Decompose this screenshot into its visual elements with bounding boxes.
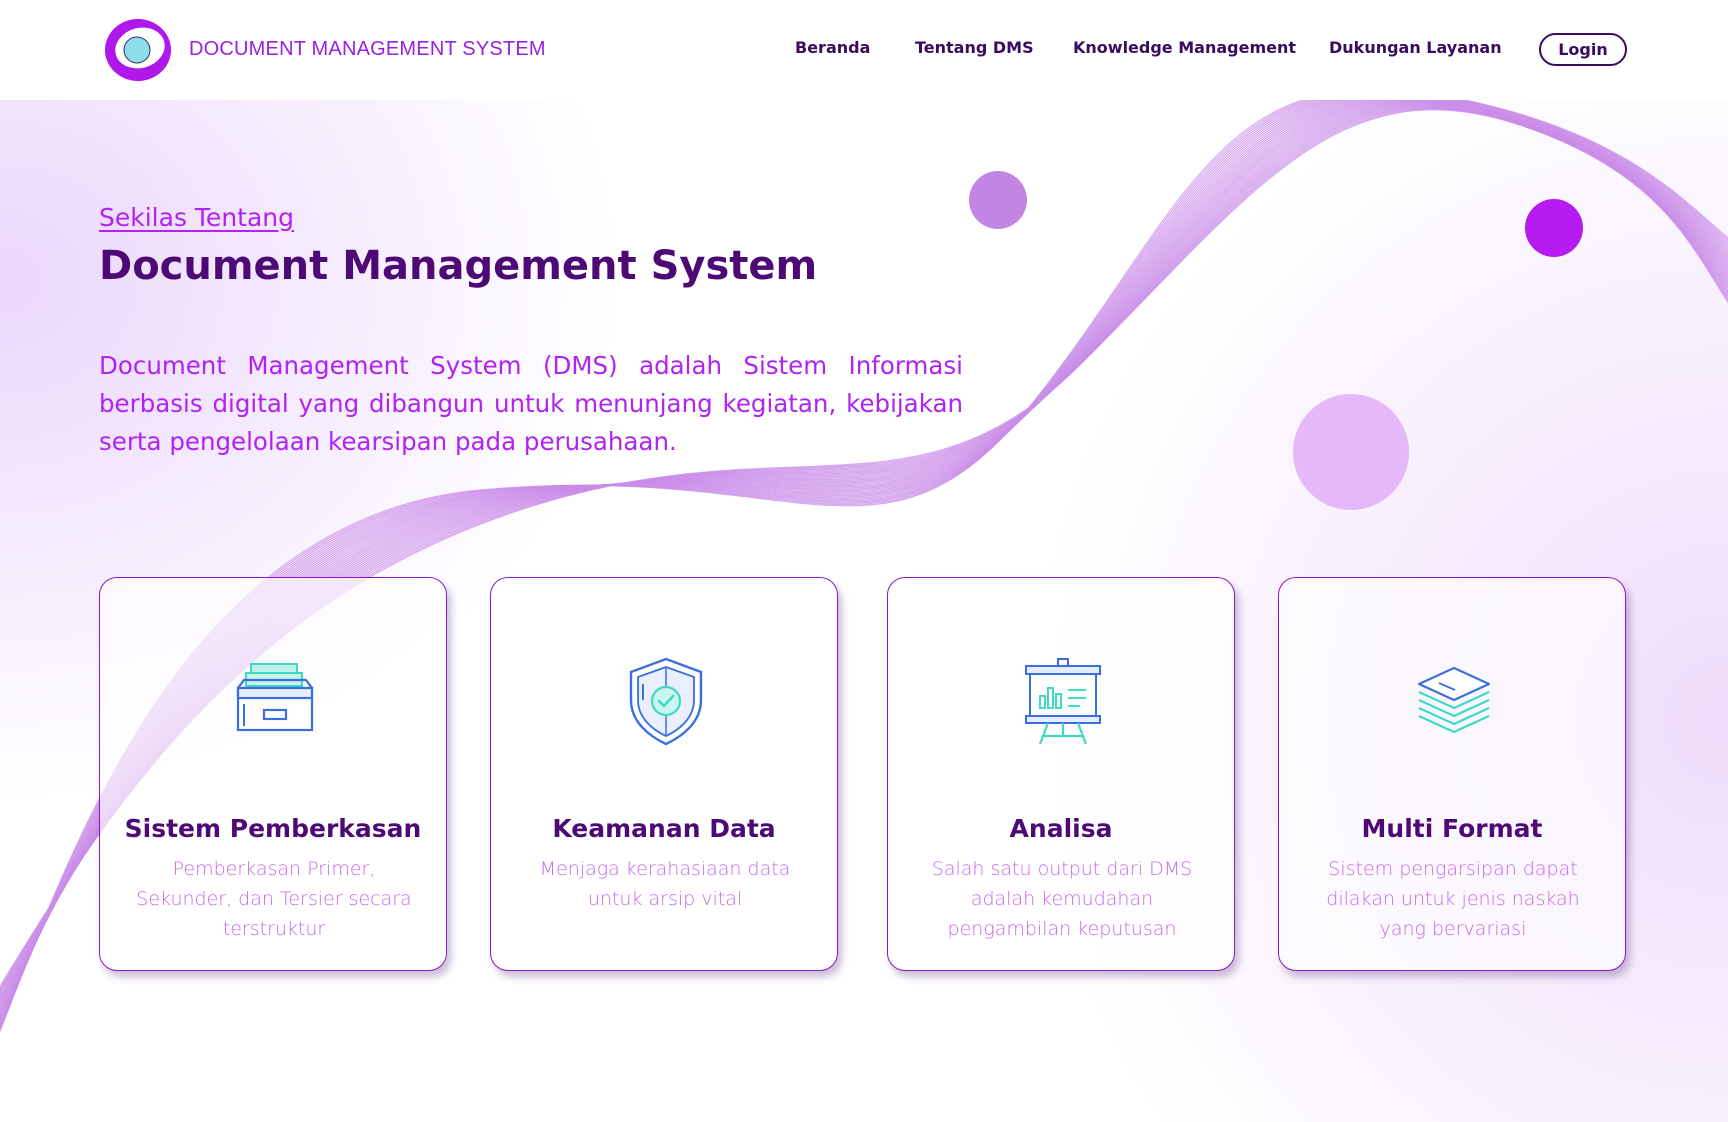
shield-check-icon: [629, 657, 703, 746]
asisgo-logo[interactable]: [104, 18, 172, 82]
card-description: Sistem pengarsipan dapat dilakan untuk j…: [1326, 858, 1580, 940]
presentation-board-icon: [1025, 658, 1101, 745]
feature-card-analisa[interactable]: Analisa Salah satu output dari DMS adala…: [887, 577, 1235, 971]
login-button[interactable]: Login: [1539, 33, 1627, 66]
nav-tentang-dms[interactable]: Tentang DMS: [915, 38, 1034, 57]
feature-card-sistem-pemberkasan[interactable]: Sistem Pemberkasan Pemberkasan Primer, S…: [99, 577, 447, 971]
decorative-circle: [1293, 394, 1409, 510]
card-description: Pemberkasan Primer, Sekunder, dan Tersie…: [136, 858, 412, 940]
nav-dukungan-layanan[interactable]: Dukungan Layanan: [1329, 38, 1502, 57]
card-title: Multi Format: [1361, 814, 1543, 843]
decorative-circle: [969, 171, 1027, 229]
file-drawer-icon: [236, 663, 314, 732]
layers-icon: [1417, 666, 1491, 734]
feature-card-multi-format[interactable]: Multi Format Sistem pengarsipan dapat di…: [1278, 577, 1626, 971]
hero-description: Document Management System (DMS) adalah …: [99, 351, 963, 456]
hero-kicker-link[interactable]: Sekilas Tentang: [99, 203, 294, 232]
card-description: Menjaga kerahasiaan data untuk arsip vit…: [539, 858, 791, 910]
card-title: Sistem Pemberkasan: [124, 814, 422, 843]
top-navbar: DOCUMENT MANAGEMENT SYSTEM Beranda Tenta…: [0, 0, 1728, 100]
nav-knowledge-management[interactable]: Knowledge Management: [1073, 38, 1296, 57]
feature-card-keamanan-data[interactable]: Keamanan Data Menjaga kerahasiaan data u…: [490, 577, 838, 971]
card-title: Keamanan Data: [552, 814, 776, 843]
card-description: Salah satu output dari DMS adalah kemuda…: [931, 858, 1193, 940]
decorative-circle: [1525, 199, 1583, 257]
page-title: Document Management System: [99, 243, 818, 289]
nav-beranda[interactable]: Beranda: [795, 38, 870, 57]
card-title: Analisa: [1009, 814, 1113, 843]
brand-title[interactable]: DOCUMENT MANAGEMENT SYSTEM: [189, 38, 546, 61]
